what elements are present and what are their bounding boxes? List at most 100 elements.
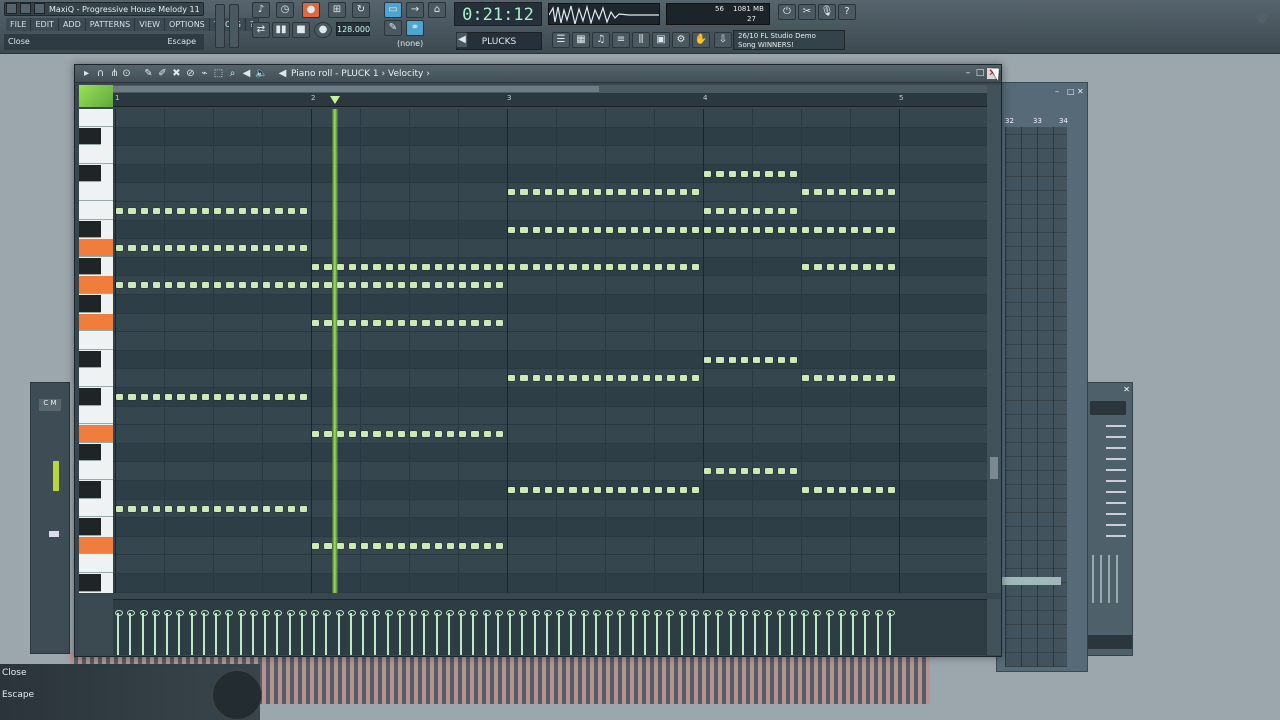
midi-note[interactable] — [165, 245, 173, 252]
midi-note[interactable] — [863, 263, 871, 270]
piano-white-key[interactable] — [79, 536, 113, 555]
midi-note[interactable] — [495, 431, 503, 438]
midi-note[interactable] — [630, 226, 638, 233]
midi-note[interactable] — [606, 263, 614, 270]
menu-edit[interactable]: EDIT — [31, 18, 59, 31]
midi-note[interactable] — [434, 431, 442, 438]
playhead-marker[interactable] — [329, 96, 340, 104]
midi-note[interactable] — [226, 245, 234, 252]
menu-patterns[interactable]: PATTERNS — [85, 18, 136, 31]
midi-note[interactable] — [410, 319, 418, 326]
midi-note[interactable] — [361, 431, 369, 438]
midi-note[interactable] — [152, 505, 160, 512]
piano-roll-icon[interactable]: ♫ — [592, 32, 610, 48]
midi-note[interactable] — [287, 505, 295, 512]
midi-note[interactable] — [177, 394, 185, 400]
midi-note[interactable] — [753, 356, 761, 363]
vertical-scrollbar[interactable] — [987, 85, 1001, 593]
piano-black-key[interactable] — [79, 220, 101, 239]
midi-note[interactable] — [704, 356, 712, 363]
midi-note[interactable] — [802, 263, 810, 270]
velocity-bar[interactable] — [433, 609, 442, 655]
midi-note[interactable] — [299, 282, 307, 289]
midi-note[interactable] — [397, 263, 405, 270]
velocity-bar[interactable] — [409, 609, 417, 655]
midi-note[interactable] — [740, 356, 748, 363]
midi-note[interactable] — [348, 319, 356, 326]
midi-note[interactable] — [532, 487, 540, 493]
piano-black-key[interactable] — [79, 164, 101, 183]
midi-note[interactable] — [838, 226, 846, 233]
midi-note[interactable] — [679, 263, 687, 270]
midi-note[interactable] — [397, 282, 405, 289]
midi-note[interactable] — [802, 189, 810, 196]
midi-note[interactable] — [312, 282, 320, 289]
midi-note[interactable] — [348, 431, 356, 438]
velocity-bar[interactable] — [115, 609, 123, 655]
midi-note[interactable] — [630, 375, 638, 382]
velocity-bar[interactable] — [274, 609, 283, 655]
midi-note[interactable] — [557, 375, 565, 382]
vertical-scrollbar-thumb[interactable] — [990, 457, 998, 479]
midi-note[interactable] — [544, 189, 552, 196]
midi-note[interactable] — [201, 505, 209, 512]
midi-note[interactable] — [838, 487, 846, 493]
midi-note[interactable] — [520, 226, 528, 233]
velocity-bar[interactable] — [837, 609, 846, 655]
velocity-bar[interactable] — [654, 609, 662, 655]
midi-note[interactable] — [152, 394, 160, 400]
midi-note[interactable] — [495, 282, 503, 289]
midi-note[interactable] — [324, 282, 332, 289]
velocity-bar[interactable] — [703, 609, 711, 655]
pattern-selector[interactable]: PLUCKS — [456, 32, 542, 50]
midi-note[interactable] — [618, 487, 626, 493]
midi-note[interactable] — [532, 375, 540, 382]
midi-note[interactable] — [777, 170, 785, 177]
piano-white-key[interactable] — [79, 406, 113, 425]
midi-note[interactable] — [348, 263, 356, 270]
velocity-bar[interactable] — [531, 609, 540, 655]
window-menu-icon[interactable] — [6, 3, 17, 14]
velocity-bar[interactable] — [727, 609, 736, 655]
velocity-scrollbar[interactable] — [987, 599, 1001, 655]
midi-note[interactable] — [434, 263, 442, 270]
velocity-bar[interactable] — [347, 609, 356, 655]
loop-record-icon[interactable]: ↻ — [352, 2, 370, 18]
midi-note[interactable] — [606, 189, 614, 196]
midi-note[interactable] — [642, 487, 650, 493]
velocity-bar[interactable] — [850, 609, 858, 655]
midi-note[interactable] — [655, 263, 663, 270]
maximize-icon[interactable]: □ — [975, 68, 985, 78]
midi-note[interactable] — [299, 394, 307, 400]
midi-note[interactable] — [152, 208, 160, 214]
midi-note[interactable] — [177, 208, 185, 214]
midi-note[interactable] — [569, 226, 577, 233]
midi-note[interactable] — [851, 189, 859, 196]
midi-note[interactable] — [385, 542, 393, 549]
midi-note[interactable] — [581, 263, 589, 270]
midi-note[interactable] — [397, 319, 405, 326]
midi-note[interactable] — [875, 375, 883, 382]
midi-note[interactable] — [189, 282, 197, 289]
velocity-bar[interactable] — [396, 609, 405, 655]
velocity-bar[interactable] — [139, 609, 148, 655]
midi-note[interactable] — [250, 505, 258, 512]
midi-note[interactable] — [789, 468, 797, 475]
midi-note[interactable] — [177, 505, 185, 512]
midi-note[interactable] — [851, 263, 859, 270]
velocity-bar[interactable] — [176, 609, 185, 655]
menu-view[interactable]: VIEW — [135, 18, 166, 31]
midi-note[interactable] — [483, 263, 491, 270]
velocity-bar[interactable] — [543, 609, 552, 655]
midi-note[interactable] — [446, 263, 454, 270]
midi-note[interactable] — [532, 263, 540, 270]
midi-note[interactable] — [655, 226, 663, 233]
midi-note[interactable] — [740, 468, 748, 475]
midi-note[interactable] — [140, 208, 148, 214]
piano-roll-titlebar[interactable]: ▸ ∩ ⋔ ⊙ ✎ ✐ ✖ ⊘ ⌁ ⬚ ⌕ ◀ 🔈 ◀ Piano roll -… — [75, 65, 1001, 83]
midi-note[interactable] — [116, 394, 124, 400]
velocity-bar[interactable] — [445, 609, 454, 655]
midi-note[interactable] — [520, 487, 528, 493]
midi-note[interactable] — [483, 282, 491, 289]
midi-note[interactable] — [875, 487, 883, 493]
